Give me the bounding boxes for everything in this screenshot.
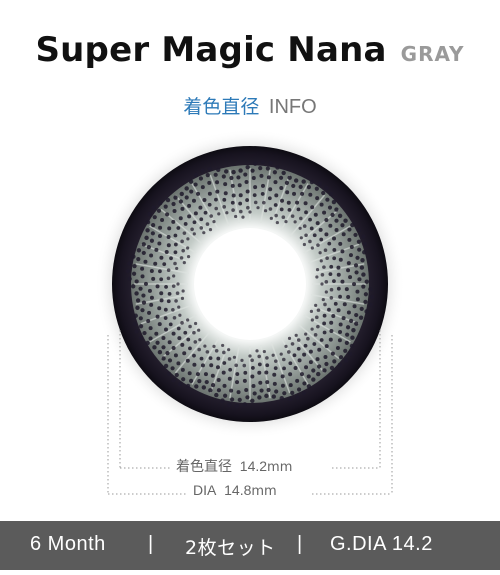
footer-separator: |: [148, 533, 154, 555]
colored-diameter-name: 着色直径: [176, 458, 232, 474]
footer-duration: 6 Month: [30, 533, 106, 555]
spec-footer: 6 Month | 2枚セット | G.DIA 14.2: [0, 521, 500, 570]
footer-gdia: G.DIA 14.2: [330, 533, 433, 555]
lens-diagram: 着色直径 14.2mm DIA 14.8mm: [0, 0, 500, 570]
lens-center: [194, 228, 306, 340]
diameter-label: DIA 14.8mm: [189, 482, 281, 499]
colored-diameter-unit: mm: [267, 460, 293, 475]
diameter-name: DIA: [193, 482, 217, 498]
diameter-value: 14.8: [224, 482, 252, 498]
diameter-unit: mm: [251, 484, 277, 499]
footer-separator: |: [297, 533, 303, 555]
colored-diameter-label: 着色直径 14.2mm: [172, 456, 297, 476]
colored-diameter-value: 14.2: [239, 458, 268, 474]
footer-pack: 2枚セット: [185, 537, 276, 559]
